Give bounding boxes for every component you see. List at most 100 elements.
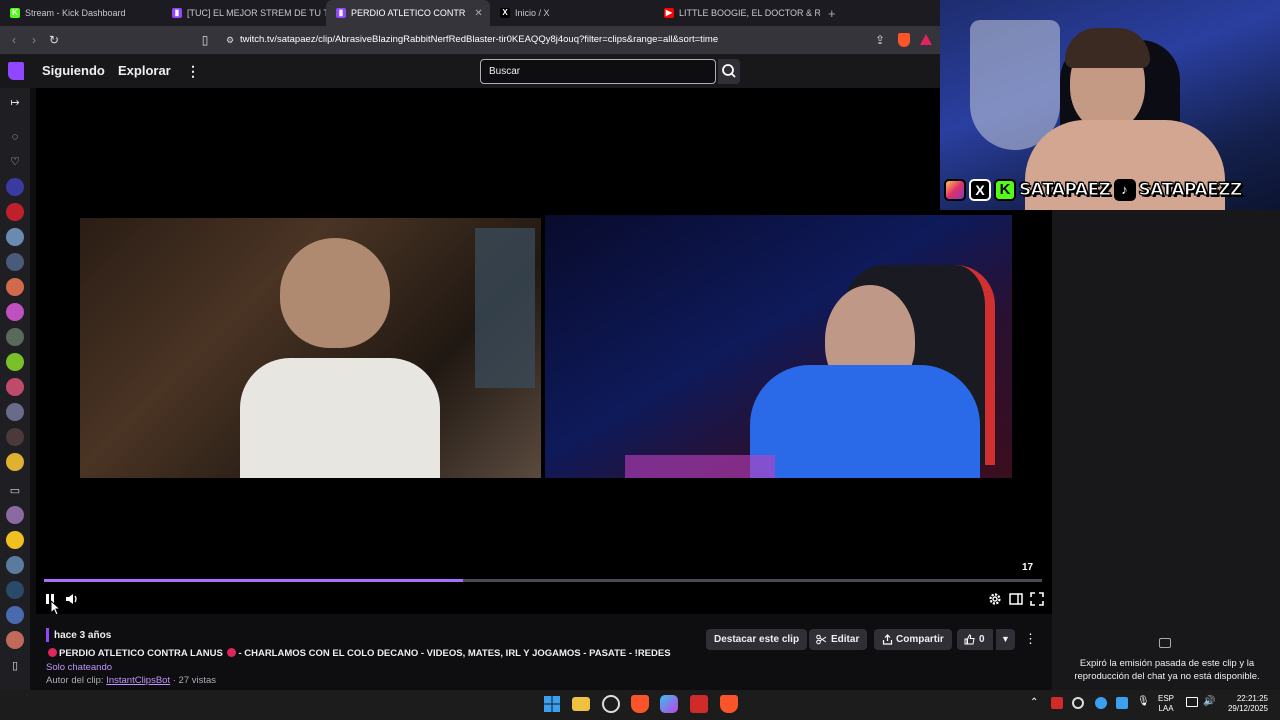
twitch-top-nav: Siguiendo Explorar ⋮ Buscar [0, 54, 940, 88]
channel-avatar[interactable] [6, 228, 24, 246]
browser-tab-label: PERDIO ATLETICO CONTR [351, 8, 466, 18]
nav-browse[interactable]: Explorar [118, 63, 171, 78]
channel-avatar[interactable] [6, 506, 24, 524]
recommended-icon[interactable]: ◌ [7, 129, 23, 145]
clip-title-part1: PERDIO ATLETICO CONTRA LANUS [59, 648, 223, 659]
browser-tab[interactable]: K Stream - Kick Dashboard [0, 0, 162, 26]
system-clock[interactable]: 22:21:25 29/12/2025 [1222, 694, 1268, 714]
category-link[interactable]: Solo chateando [46, 662, 112, 673]
feature-clip-button[interactable]: Destacar este clip [706, 629, 808, 650]
tray-cloud-icon[interactable] [1095, 697, 1107, 709]
volume-button[interactable] [63, 591, 79, 607]
share-icon [882, 634, 893, 645]
search-button[interactable] [718, 59, 740, 84]
view-count: · 27 vistas [172, 675, 217, 686]
x-icon: X [500, 8, 510, 18]
twitch-icon: ▮ [172, 8, 182, 18]
fullscreen-button[interactable] [1029, 591, 1045, 607]
chevron-down-icon: ▼ [1001, 634, 1010, 644]
edit-button[interactable]: Editar [809, 629, 868, 650]
browser-tab-strip: K Stream - Kick Dashboard ▮ [TUC] EL MEJOR … [0, 0, 940, 26]
more-options-icon[interactable]: ⋮ [1024, 631, 1037, 647]
channel-avatar[interactable] [6, 606, 24, 624]
tiktok-icon: ♪ [1113, 179, 1136, 201]
url-field[interactable]: twitch.tv/satapaez/clip/AbrasiveBlazingR… [240, 26, 718, 54]
browser-tab[interactable]: ▮ [TUC] EL MEJOR STREM DE TU TARDE [162, 0, 326, 26]
more-menu-icon[interactable]: ⋮ [186, 63, 200, 80]
seek-bar[interactable] [44, 579, 1042, 582]
channel-avatar[interactable] [6, 203, 24, 221]
file-explorer-icon[interactable] [572, 697, 590, 711]
chevron-up-icon[interactable]: ⌃ [1030, 697, 1038, 708]
channel-avatar[interactable] [6, 453, 24, 471]
search-input[interactable]: Buscar [480, 59, 716, 84]
app-icon[interactable] [690, 695, 708, 713]
share-icon[interactable]: ⇪ [870, 33, 890, 47]
channel-avatar[interactable] [6, 403, 24, 421]
new-tab-button[interactable]: + [820, 6, 844, 21]
brave-active-icon[interactable] [720, 695, 738, 713]
heart-icon[interactable]: ♡ [7, 154, 23, 170]
channel-avatar[interactable] [6, 631, 24, 649]
video-icon[interactable]: ▭ [7, 483, 23, 499]
copilot-icon[interactable] [660, 695, 678, 713]
clip-title-part2: - CHARLAMOS CON EL COLO DECANO - VIDEOS,… [238, 648, 671, 659]
network-icon[interactable] [1186, 697, 1198, 707]
channel-avatar[interactable] [6, 178, 24, 196]
social-handles-overlay: X K SATAPAEZ ♪ SATAPAEZZ [944, 176, 1278, 204]
browser-tab-label: LITTLE BOOGIE, EL DOCTOR & RUSH [679, 8, 820, 18]
nav-following[interactable]: Siguiendo [42, 63, 105, 78]
back-button[interactable]: ‹ [4, 33, 24, 47]
browser-tab[interactable]: ▮ PERDIO ATLETICO CONTR ✕ [326, 0, 490, 26]
channel-avatar[interactable] [6, 531, 24, 549]
browser-tab[interactable]: ▶ LITTLE BOOGIE, EL DOCTOR & RUSH [654, 0, 820, 26]
tiktok-handle: SATAPAEZZ [1138, 180, 1243, 201]
windows-start-icon[interactable] [543, 695, 561, 713]
like-button[interactable]: 0 [957, 629, 993, 650]
channel-avatar[interactable] [6, 556, 24, 574]
channel-avatar[interactable] [6, 353, 24, 371]
chat-unavailable-message: Expiró la emisión pasada de este clip y … [1074, 658, 1260, 682]
channel-avatar[interactable] [6, 378, 24, 396]
edit-label: Editar [831, 634, 860, 645]
x-logo-icon: X [969, 179, 991, 201]
theatre-mode-button[interactable] [1008, 591, 1024, 607]
tray-obs-icon[interactable] [1072, 697, 1084, 709]
author-link[interactable]: InstantClipsBot [106, 675, 170, 686]
channel-avatar[interactable] [6, 253, 24, 271]
tray-app-icon[interactable] [1051, 697, 1063, 709]
browser-tab-label: [TUC] EL MEJOR STREM DE TU TARDE [187, 8, 326, 18]
clipboard-icon[interactable]: ▯ [7, 658, 23, 674]
input-language[interactable]: ESP LAA [1158, 694, 1174, 714]
speaker-icon[interactable]: 🔊 [1203, 696, 1215, 707]
microphone-icon[interactable]: 🎙 [1137, 696, 1150, 707]
bookmark-icon[interactable]: ▯ [195, 33, 215, 47]
channel-avatar[interactable] [6, 581, 24, 599]
dislike-dropdown-button[interactable]: ▼ [995, 629, 1015, 650]
tray-sync-icon[interactable] [1116, 697, 1128, 709]
share-button[interactable]: Compartir [874, 629, 952, 650]
browser-toolbar: ‹ › ↻ ▯ ⚙ twitch.tv/satapaez/clip/Abrasi… [0, 26, 940, 54]
brave-shield-icon[interactable] [898, 33, 910, 47]
browser-tab[interactable]: X Inicio / X [490, 0, 654, 26]
reload-button[interactable]: ↻ [44, 33, 64, 47]
kick-icon: K [10, 8, 20, 18]
expand-sidebar-icon[interactable]: ↦ [7, 95, 23, 111]
channel-avatar[interactable] [6, 428, 24, 446]
channel-avatar[interactable] [6, 278, 24, 296]
twitch-logo-icon[interactable] [8, 62, 24, 80]
lang-code: ESP [1158, 694, 1175, 703]
close-tab-icon[interactable]: ✕ [474, 8, 482, 19]
obs-icon[interactable] [602, 695, 620, 713]
settings-button[interactable] [987, 591, 1003, 607]
site-settings-icon[interactable]: ⚙ [220, 35, 240, 46]
clock-date: 29/12/2025 [1227, 704, 1268, 713]
author-prefix: Autor del clip: [46, 675, 104, 686]
channel-avatar[interactable] [6, 328, 24, 346]
brave-rewards-icon[interactable] [920, 34, 932, 45]
clock-time: 22:21:25 [1236, 694, 1268, 703]
channel-avatar[interactable] [6, 303, 24, 321]
search-icon [722, 64, 736, 78]
brave-icon[interactable] [631, 695, 649, 713]
forward-button[interactable]: › [24, 33, 44, 47]
